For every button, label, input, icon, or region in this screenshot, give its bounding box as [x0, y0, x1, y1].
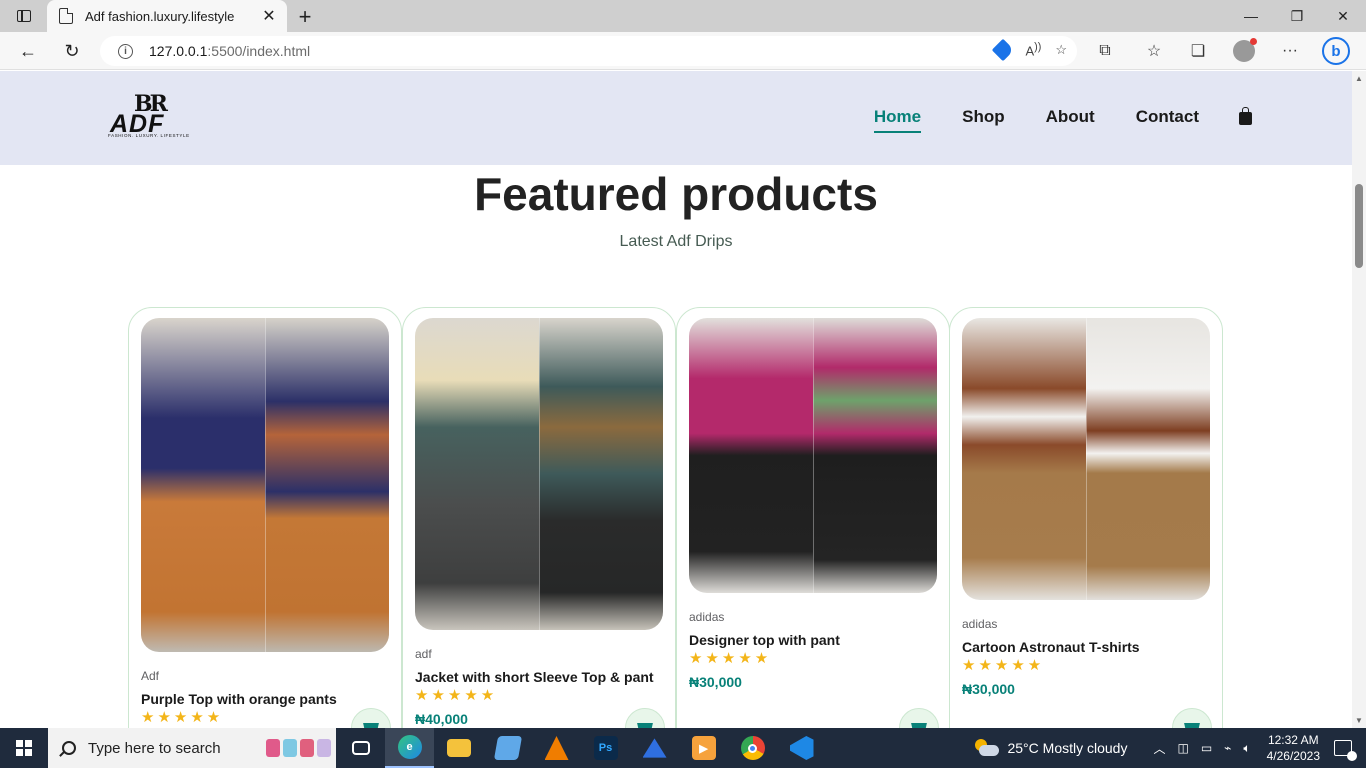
restore-icon[interactable]: ❐ — [1274, 0, 1320, 32]
product-price: ₦40,000 — [415, 711, 468, 727]
photoshop-icon[interactable]: Ps — [581, 728, 630, 768]
add-to-cart-button[interactable] — [625, 708, 665, 728]
favorites-icon[interactable]: ☆ — [1140, 38, 1168, 64]
nav-contact[interactable]: Contact — [1136, 107, 1199, 127]
page-favicon-icon — [59, 8, 73, 24]
logo-tagline: FASHION. LUXURY. LIFESTYLE — [108, 133, 190, 138]
shopping-bag-icon[interactable] — [1239, 106, 1252, 125]
profile-avatar[interactable] — [1230, 38, 1258, 64]
minimize-icon[interactable]: — — [1228, 0, 1274, 32]
tab-actions-icon[interactable] — [10, 6, 38, 26]
meet-now-icon[interactable]: ◫ — [1177, 741, 1188, 755]
product-price: ₦30,000 — [962, 681, 1015, 697]
browser-tab[interactable]: Adf fashion.luxury.lifestyle ✕ — [47, 0, 287, 32]
page-viewport: BR ADF FASHION. LUXURY. LIFESTYLE Home S… — [0, 71, 1352, 728]
clock-time: 12:32 AM — [1267, 733, 1319, 747]
settings-more-icon[interactable]: ··· — [1276, 38, 1304, 64]
nav-shop[interactable]: Shop — [962, 107, 1005, 127]
product-brand: adf — [415, 647, 432, 661]
close-tab-icon[interactable]: ✕ — [261, 6, 277, 26]
chrome-icon[interactable] — [728, 728, 777, 768]
collections-icon[interactable]: ❏ — [1184, 38, 1212, 64]
start-button[interactable] — [0, 728, 48, 768]
product-image[interactable] — [689, 318, 937, 593]
extensions-icon[interactable]: ⧉ — [1091, 38, 1119, 64]
clock[interactable]: 12:32 AM 4/26/2023 — [1267, 732, 1320, 764]
scrollbar-thumb[interactable] — [1355, 184, 1363, 268]
rating-stars-icon: ★★★★★ — [962, 657, 1045, 674]
section-subtitle: Latest Adf Drips — [619, 233, 733, 250]
bing-icon[interactable]: b — [1322, 37, 1350, 65]
product-price: ₦30,000 — [689, 674, 742, 690]
tab-title: Adf fashion.luxury.lifestyle — [85, 8, 235, 24]
notepad-icon[interactable] — [483, 728, 532, 768]
volume-icon[interactable]: 🔈︎ — [1243, 741, 1250, 756]
search-highlight-icon — [266, 735, 336, 761]
rating-stars-icon: ★★★★★ — [689, 650, 772, 667]
show-hidden-icons-icon[interactable]: ︿ — [1153, 740, 1165, 757]
read-aloud-icon[interactable]: A)) — [1025, 41, 1041, 58]
product-card[interactable]: Adf Purple Top with orange pants ★★★★★ — [128, 307, 402, 728]
product-brand: Adf — [141, 669, 160, 683]
product-name: Designer top with pant — [689, 632, 840, 648]
shopping-tag-icon[interactable] — [992, 38, 1015, 61]
battery-icon[interactable]: ▭ — [1201, 741, 1212, 755]
taskbar-search[interactable]: Type here to search — [48, 728, 336, 768]
product-name: Jacket with short Sleeve Top & pant — [415, 669, 654, 685]
main-nav: Home Shop About Contact — [833, 106, 1252, 133]
media-player-icon[interactable]: ▶ — [679, 728, 728, 768]
product-image[interactable] — [141, 318, 389, 652]
add-favorite-icon[interactable]: ☆ — [1055, 42, 1067, 58]
system-tray: 25°C Mostly cloudy ︿ ◫ ▭ ⌁ 🔈︎ 12:32 AM 4… — [973, 728, 1366, 768]
product-name: Purple Top with orange pants — [141, 691, 337, 707]
address-bar[interactable]: i 127.0.0.1:5500/index.html A)) ☆ — [100, 36, 1077, 66]
product-brand: adidas — [689, 610, 725, 624]
vscode-icon[interactable] — [777, 728, 826, 768]
url-path: :5500/index.html — [207, 43, 311, 59]
window-close-icon[interactable]: ✕ — [1320, 0, 1366, 32]
nav-home[interactable]: Home — [873, 107, 922, 133]
site-logo[interactable]: BR ADF FASHION. LUXURY. LIFESTYLE — [108, 91, 204, 141]
back-icon[interactable]: ← — [14, 38, 42, 64]
windows-taskbar: Type here to search e Ps ▶ 25°C Mostly c… — [0, 728, 1366, 768]
edge-icon[interactable]: e — [385, 728, 434, 768]
add-to-cart-button[interactable] — [1172, 708, 1212, 728]
arc-icon[interactable] — [630, 728, 679, 768]
page-scrollbar[interactable]: ▲ ▼ — [1352, 71, 1366, 728]
rating-stars-icon: ★★★★★ — [415, 687, 498, 704]
notifications-icon[interactable] — [1334, 740, 1357, 761]
search-icon — [62, 741, 76, 755]
nav-about[interactable]: About — [1046, 107, 1095, 127]
section-title: Featured products — [474, 168, 878, 220]
product-image[interactable] — [962, 318, 1210, 600]
weather-text[interactable]: 25°C Mostly cloudy — [1007, 740, 1127, 756]
new-tab-icon[interactable]: + — [294, 4, 316, 30]
network-icon[interactable]: ⌁ — [1224, 741, 1231, 755]
vlc-icon[interactable] — [532, 728, 581, 768]
add-to-cart-button[interactable] — [351, 708, 391, 728]
site-header: BR ADF FASHION. LUXURY. LIFESTYLE Home S… — [0, 71, 1352, 165]
product-card[interactable]: adf Jacket with short Sleeve Top & pant … — [402, 307, 676, 728]
browser-toolbar: ← ↻ i 127.0.0.1:5500/index.html A)) ☆ ⧉ … — [0, 32, 1366, 70]
scroll-down-icon[interactable]: ▼ — [1355, 716, 1363, 725]
site-info-icon[interactable]: i — [118, 43, 133, 59]
search-placeholder: Type here to search — [88, 739, 221, 757]
rating-stars-icon: ★★★★★ — [141, 709, 224, 726]
product-name: Cartoon Astronaut T-shirts — [962, 639, 1140, 655]
clock-date: 4/26/2023 — [1266, 749, 1320, 763]
url-host: 127.0.0.1 — [149, 43, 208, 59]
file-explorer-icon[interactable] — [434, 728, 483, 768]
product-card[interactable]: adidas Designer top with pant ★★★★★ ₦30,… — [676, 307, 950, 728]
product-image[interactable] — [415, 318, 663, 630]
browser-tab-bar: Adf fashion.luxury.lifestyle ✕ + — ❐ ✕ — [0, 0, 1366, 32]
windows-logo-icon — [16, 740, 32, 756]
refresh-icon[interactable]: ↻ — [58, 38, 86, 64]
scroll-up-icon[interactable]: ▲ — [1355, 74, 1363, 83]
add-to-cart-button[interactable] — [899, 708, 939, 728]
task-view-icon[interactable] — [336, 728, 385, 768]
product-card[interactable]: adidas Cartoon Astronaut T-shirts ★★★★★ … — [949, 307, 1223, 728]
weather-cloudy-icon[interactable] — [973, 739, 1000, 757]
product-brand: adidas — [962, 617, 998, 631]
